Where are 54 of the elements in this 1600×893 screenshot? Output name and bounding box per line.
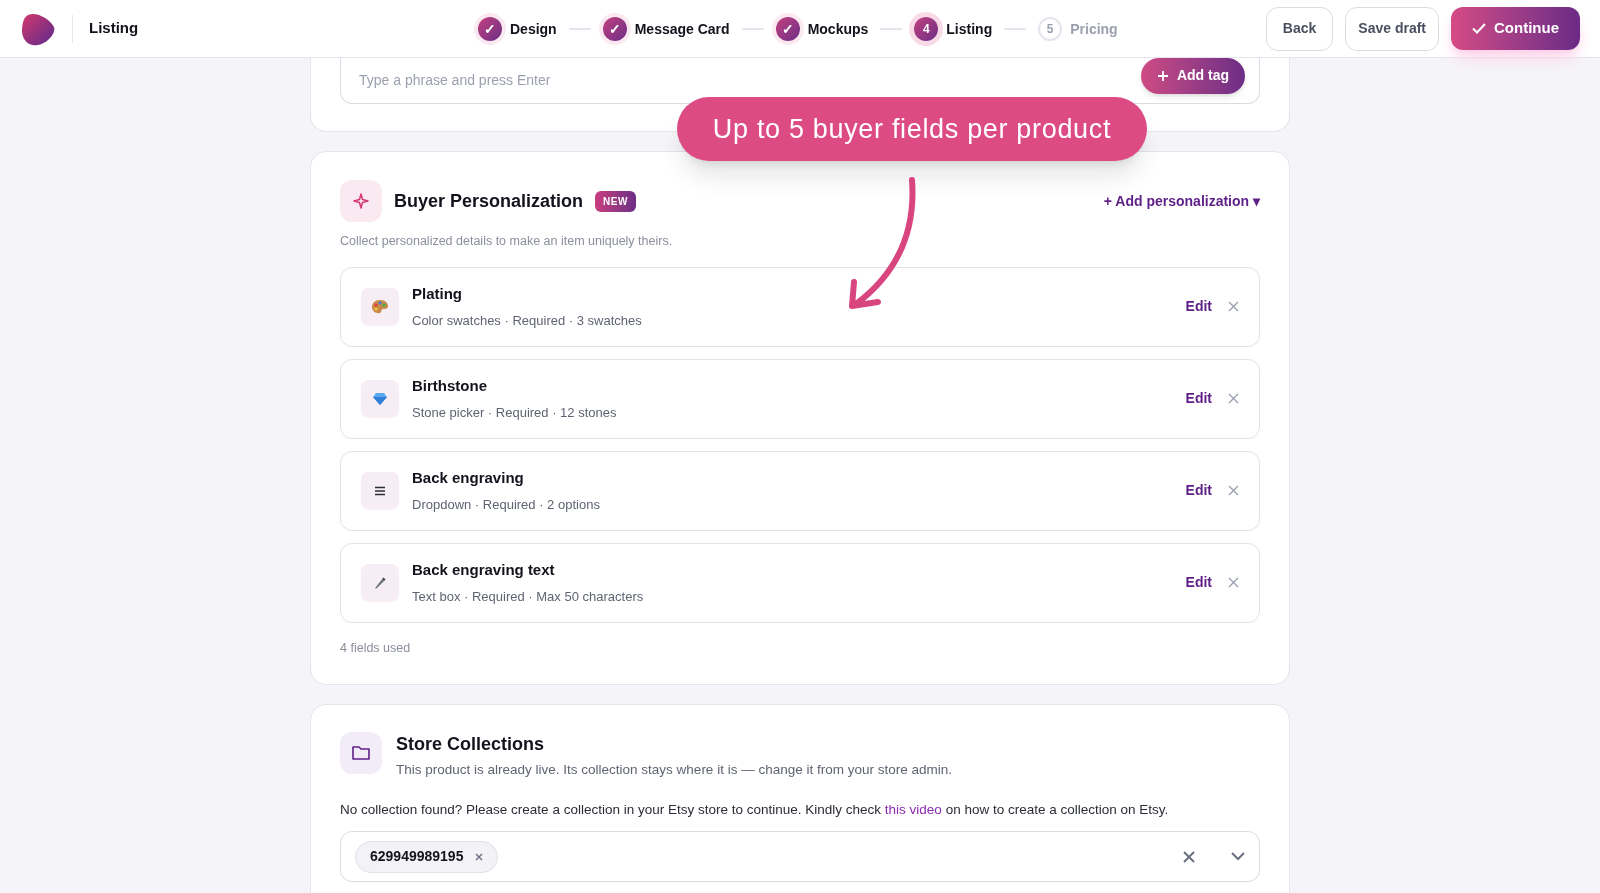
step-label: Mockups (807, 19, 869, 39)
field-name: Back engraving (412, 468, 525, 489)
plus-icon (1156, 69, 1169, 82)
check-icon (1472, 23, 1486, 34)
sparkle-icon (340, 180, 382, 222)
palette-icon (361, 287, 399, 326)
section-subtitle: Collect personalized details to make an item uniquely theirs. (340, 233, 674, 250)
section-title: Store Collections (396, 732, 546, 756)
chevron-down-icon[interactable] (1231, 852, 1245, 861)
section-title: Buyer Personalization (394, 189, 584, 213)
gem-icon (361, 379, 399, 418)
close-icon[interactable] (1228, 577, 1239, 589)
back-button[interactable]: Back (1265, 6, 1334, 51)
field-details: Stone picker · Required · 12 stones (412, 403, 617, 422)
step-marker: 5 (1038, 17, 1063, 41)
field-name: Back engraving text (412, 560, 556, 581)
section-subtitle: This product is already live. Its collection stays where it is — change it from your store admin. (396, 760, 952, 779)
field-details: Color swatches · Required · 3 swatches (412, 311, 642, 330)
page-title: Listing (89, 18, 139, 39)
edit-link[interactable]: Edit (1185, 296, 1212, 318)
field-details: Text box · Required · Max 50 characters (412, 587, 644, 606)
clear-icon[interactable] (1183, 850, 1195, 863)
edit-link[interactable]: Edit (1185, 572, 1212, 594)
collection-chip: 629949989195 (355, 840, 499, 873)
save-draft-button[interactable]: Save draft (1345, 6, 1439, 51)
step-marker: ✓ (775, 17, 800, 41)
step-marker: ✓ (478, 17, 502, 41)
step-label: Message Card (634, 19, 730, 39)
fields-used-count: 4 fields used (340, 639, 412, 657)
arrow-icon (846, 174, 918, 312)
step-label: Listing (946, 19, 993, 39)
add-personalization-link[interactable]: + Add personalization ▾ (1103, 190, 1260, 212)
folder-icon (340, 731, 382, 774)
field-name: Plating (412, 284, 463, 305)
collection-select[interactable]: 629949989195 (340, 831, 1260, 882)
edit-link[interactable]: Edit (1185, 388, 1212, 410)
edit-link[interactable]: Edit (1185, 480, 1212, 502)
step-marker: ✓ (602, 17, 627, 41)
close-icon[interactable] (1228, 393, 1239, 405)
field-details: Dropdown · Required · 2 options (412, 495, 600, 514)
new-badge: NEW (595, 190, 636, 212)
collection-note: No collection found? Please create a collection in your Etsy store to continue. Kindly check this video on how to create a collection on Etsy. (340, 800, 1170, 819)
close-icon[interactable] (1228, 301, 1239, 313)
step-label: Pricing (1070, 19, 1118, 39)
add-tag-button[interactable]: Add tag (1140, 57, 1245, 94)
pencil-icon (361, 563, 399, 602)
remove-icon[interactable] (475, 852, 484, 861)
close-icon[interactable] (1228, 485, 1239, 497)
step-label: Design (510, 19, 557, 39)
video-link[interactable]: this video (884, 801, 942, 817)
continue-button[interactable]: Continue (1451, 7, 1580, 50)
callout-bubble: Up to 5 buyer fields per product (677, 97, 1147, 161)
list-icon (361, 471, 399, 510)
field-name: Birthstone (412, 376, 488, 397)
